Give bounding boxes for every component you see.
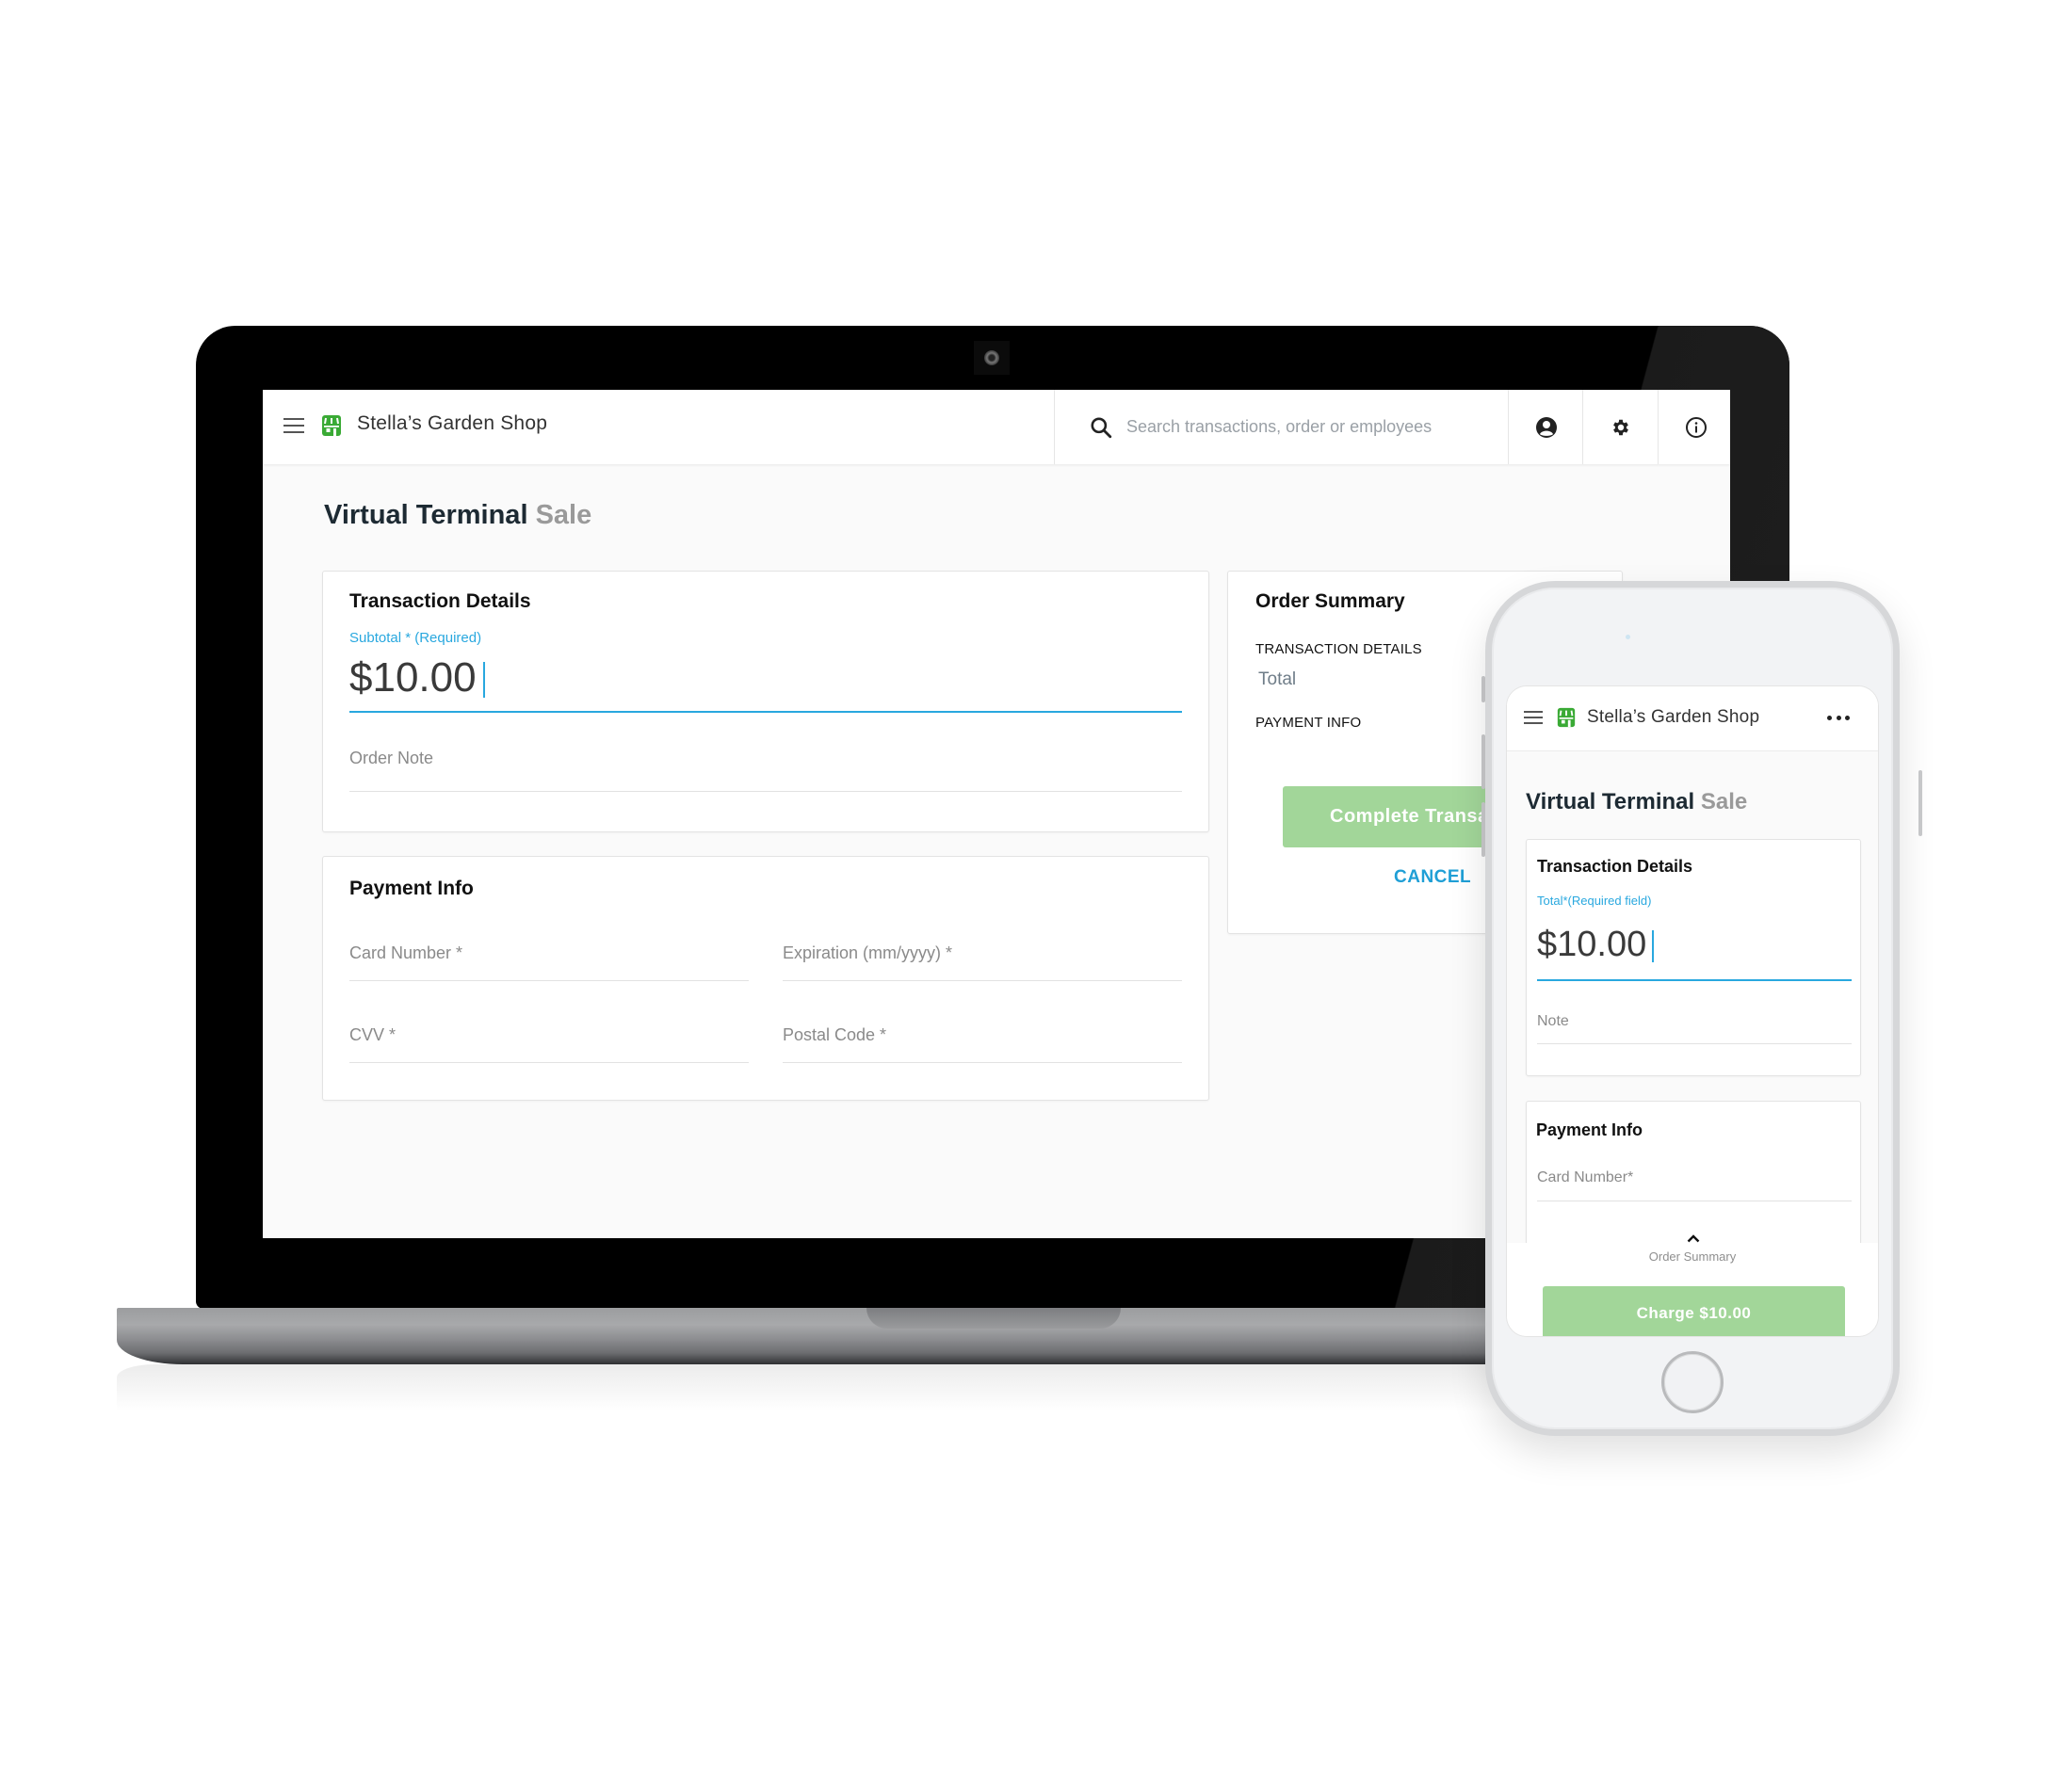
camera-lens-icon — [984, 350, 999, 365]
cancel-button[interactable]: CANCEL — [1394, 867, 1471, 888]
card-title: Payment Info — [349, 878, 474, 899]
mobile-note-input[interactable]: Note — [1537, 1007, 1852, 1041]
gear-icon — [1612, 419, 1628, 435]
phone-power-button — [1918, 770, 1922, 836]
card-number-label: Card Number* — [1537, 1169, 1634, 1185]
text-cursor — [482, 662, 485, 699]
cvv-label: CVV * — [349, 1025, 397, 1044]
search-input[interactable] — [1126, 411, 1494, 443]
summary-transaction-details-heading: TRANSACTION DETAILS — [1255, 641, 1422, 657]
postal-code-underline — [783, 1062, 1182, 1063]
subtotal-input[interactable]: $10.00 — [349, 651, 1182, 703]
order-summary-title: Order Summary — [1255, 590, 1405, 612]
mobile-app-header: Stella’s Garden Shop — [1507, 686, 1878, 751]
phone-home-button[interactable] — [1661, 1351, 1724, 1413]
search-icon — [1091, 417, 1112, 439]
card-number-label: Card Number * — [349, 943, 463, 962]
page-title-sub: Sale — [1700, 789, 1748, 814]
account-button[interactable] — [1508, 390, 1583, 464]
settings-button[interactable] — [1582, 390, 1658, 464]
subtotal-label: Subtotal * (Required) — [349, 630, 482, 646]
info-icon — [1685, 416, 1707, 438]
more-horizontal-icon[interactable] — [1827, 712, 1850, 723]
total-label: Total*(Required field) — [1537, 894, 1652, 908]
note-placeholder: Note — [1537, 1013, 1569, 1029]
summary-total-label: Total — [1258, 669, 1297, 689]
card-number-input[interactable]: Card Number * — [349, 936, 749, 975]
mobile-shop-name[interactable]: Stella’s Garden Shop — [1587, 707, 1759, 728]
charge-button[interactable]: Charge $10.00 — [1543, 1286, 1845, 1336]
subtotal-underline — [349, 711, 1182, 713]
postal-code-label: Postal Code * — [783, 1025, 887, 1044]
app-header: Stella’s Garden Shop — [263, 390, 1730, 464]
cvv-underline — [349, 1062, 749, 1063]
mobile-transaction-details-card: Transaction Details Total*(Required fiel… — [1526, 839, 1861, 1076]
mobile-screen: Stella’s Garden Shop Virtual Terminal Sa… — [1506, 685, 1879, 1337]
total-value: $10.00 — [1537, 925, 1647, 964]
mobile-card-number-input[interactable]: Card Number* — [1537, 1164, 1852, 1198]
page-title-main: Virtual Terminal — [1526, 789, 1695, 814]
order-summary-label[interactable]: Order Summary — [1507, 1249, 1878, 1264]
page-title-main: Virtual Terminal — [324, 500, 528, 530]
postal-code-input[interactable]: Postal Code * — [783, 1018, 1182, 1057]
summary-payment-info-heading: PAYMENT INFO — [1255, 715, 1362, 731]
mobile-page-title: Virtual Terminal Sale — [1526, 789, 1747, 815]
card-title: Transaction Details — [1537, 857, 1693, 876]
card-title: Payment Info — [1536, 1120, 1643, 1139]
expiration-label: Expiration (mm/yyyy) * — [783, 943, 953, 962]
order-note-input[interactable]: Order Note — [349, 741, 1182, 779]
page-title: Virtual Terminal Sale — [324, 500, 591, 531]
info-button[interactable] — [1658, 390, 1730, 464]
transaction-details-card: Transaction Details Subtotal * (Required… — [322, 571, 1209, 832]
hamburger-menu-icon[interactable] — [283, 418, 304, 435]
order-summary-sheet: Order Summary Charge $10.00 — [1507, 1227, 1878, 1336]
phone-front-camera — [1626, 635, 1630, 639]
page-title-sub: Sale — [535, 500, 592, 530]
laptop-opening-notch — [866, 1308, 1121, 1329]
payment-info-card: Payment Info Card Number * Expiration (m… — [322, 856, 1209, 1101]
total-underline — [1537, 979, 1852, 981]
storefront-icon — [322, 415, 341, 436]
expiration-underline — [783, 980, 1182, 981]
chevron-up-icon — [1687, 1234, 1700, 1243]
expiration-input[interactable]: Expiration (mm/yyyy) * — [783, 936, 1182, 975]
laptop-camera — [974, 341, 1010, 375]
shop-name[interactable]: Stella’s Garden Shop — [357, 412, 547, 435]
cvv-input[interactable]: CVV * — [349, 1018, 749, 1057]
order-note-underline — [349, 791, 1182, 792]
subtotal-value: $10.00 — [349, 654, 477, 701]
account-circle-icon — [1535, 416, 1557, 438]
mobile-total-input[interactable]: $10.00 — [1537, 915, 1852, 972]
card-number-underline — [349, 980, 749, 981]
note-underline — [1537, 1043, 1852, 1044]
card-title: Transaction Details — [349, 590, 531, 612]
hamburger-menu-icon[interactable] — [1524, 711, 1543, 726]
storefront-icon — [1557, 707, 1576, 728]
text-cursor — [1652, 929, 1655, 962]
search-bar[interactable] — [1054, 390, 1508, 464]
order-note-placeholder: Order Note — [349, 749, 434, 767]
